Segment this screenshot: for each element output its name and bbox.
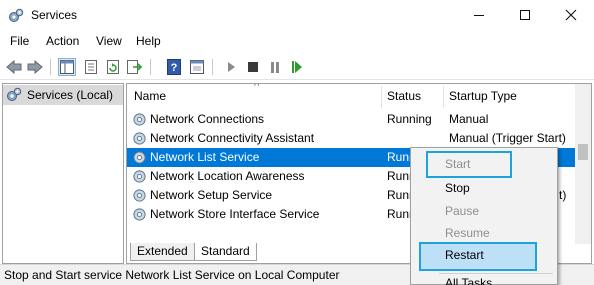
menu-bar: File Action View Help [0, 32, 594, 52]
service-gear-icon [133, 208, 146, 221]
context-stop[interactable]: Stop [445, 181, 470, 195]
help-icon: ? [167, 59, 181, 75]
console-tree-pane: Services (Local) [2, 83, 124, 264]
service-gear-icon [133, 170, 146, 183]
column-header-startup-type[interactable]: Startup Type [449, 89, 517, 103]
context-all-tasks[interactable]: All Tasks [445, 276, 492, 285]
show-console-tree-icon [60, 60, 74, 74]
stop-icon [248, 62, 258, 72]
context-start[interactable]: Start [445, 157, 470, 171]
service-name: Network Location Awareness [150, 169, 305, 183]
back-button[interactable] [5, 58, 23, 76]
column-divider[interactable] [443, 86, 444, 108]
services-gear-icon [7, 87, 22, 101]
status-text: Stop and Start service Network List Serv… [4, 268, 340, 282]
context-separator [439, 273, 553, 274]
stop-service-button[interactable] [244, 58, 262, 76]
minimize-icon [474, 14, 484, 16]
service-row[interactable]: Network Connectivity Assistant Manual (T… [127, 129, 575, 148]
toolbar-separator [50, 59, 51, 75]
vertical-scrollbar[interactable] [575, 84, 591, 244]
restart-icon [292, 61, 302, 73]
toolbar: ? [0, 54, 594, 80]
service-row[interactable]: Network Connections Running Manual [127, 110, 575, 129]
close-icon [565, 9, 577, 21]
menu-help[interactable]: Help [136, 34, 161, 48]
tab-standard[interactable]: Standard [194, 243, 257, 261]
context-restart[interactable]: Restart [445, 248, 484, 262]
svg-text:?: ? [171, 62, 178, 74]
maximize-button[interactable] [502, 0, 548, 30]
show-console-tree-button[interactable] [58, 58, 76, 76]
toolbar-separator [212, 59, 213, 75]
service-name: Network Store Interface Service [150, 207, 320, 221]
pause-service-button[interactable] [266, 58, 284, 76]
menu-view[interactable]: View [96, 34, 122, 48]
forward-button[interactable] [26, 58, 44, 76]
scrollbar-thumb[interactable] [578, 144, 588, 160]
refresh-icon [107, 60, 119, 74]
restart-service-button[interactable] [288, 58, 306, 76]
export-icon [127, 60, 143, 74]
column-header-name[interactable]: Name [134, 89, 166, 103]
tree-item-label: Services (Local) [27, 88, 114, 102]
service-name: Network Connectivity Assistant [150, 131, 315, 145]
minimize-button[interactable] [456, 0, 502, 30]
service-startup-type: Manual (Trigger Start) [449, 131, 566, 145]
title-bar: Services [0, 0, 594, 32]
properties-button[interactable] [82, 58, 100, 76]
column-header-status[interactable]: Status [387, 89, 421, 103]
properties-icon [85, 60, 97, 74]
tab-extended[interactable]: Extended [130, 243, 195, 261]
service-gear-icon [133, 113, 146, 126]
service-name: Network Setup Service [150, 188, 273, 202]
sort-indicator-icon: ^ [254, 83, 260, 92]
toolbar-separator [150, 59, 151, 75]
export-list-button[interactable] [126, 58, 144, 76]
context-menu: Start Stop Pause Resume Restart All Task… [410, 147, 558, 285]
menu-action[interactable]: Action [46, 34, 79, 48]
context-pause[interactable]: Pause [445, 204, 479, 218]
view-tabs: Extended Standard [126, 242, 426, 262]
context-resume[interactable]: Resume [445, 226, 490, 240]
back-icon [6, 60, 22, 74]
tree-item-services-local[interactable]: Services (Local) [3, 85, 123, 105]
service-gear-icon [133, 151, 146, 164]
menu-file[interactable]: File [10, 34, 29, 48]
close-button[interactable] [548, 0, 594, 30]
console-icon [190, 60, 204, 74]
services-gear-icon [9, 8, 24, 22]
console-button[interactable] [188, 58, 206, 76]
service-name: Network Connections [150, 112, 265, 126]
forward-icon [27, 60, 43, 74]
pause-icon [271, 61, 279, 73]
refresh-button[interactable] [104, 58, 122, 76]
maximize-icon [520, 10, 530, 20]
help-button[interactable]: ? [165, 58, 183, 76]
service-name: Network List Service [150, 150, 260, 164]
service-gear-icon [133, 189, 146, 202]
start-service-button[interactable] [222, 58, 240, 76]
service-status: Running [387, 112, 432, 126]
service-gear-icon [133, 132, 146, 145]
window-title: Services [31, 8, 78, 22]
service-startup-type: Manual [449, 112, 489, 126]
column-divider[interactable] [381, 86, 382, 108]
service-startup-type: t) [559, 188, 567, 202]
start-icon [228, 62, 235, 72]
